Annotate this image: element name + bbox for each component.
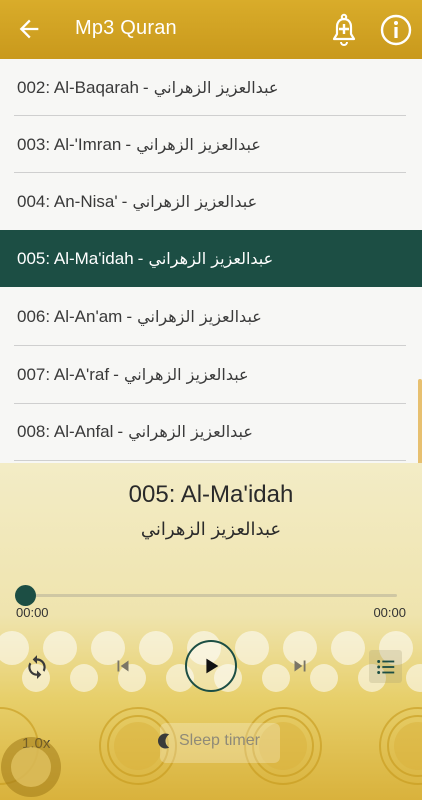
alarm-add-icon [332, 13, 356, 47]
reciter-name: - عبدالعزيز الزهراني [126, 307, 262, 326]
surah-name: 007: Al-A'raf [17, 364, 110, 384]
reciter-name: - عبدالعزيز الزهراني [137, 249, 274, 268]
list-item[interactable]: 004: An-Nisa' - عبدالعزيز الزهراني [0, 173, 422, 230]
skip-previous-icon [117, 660, 129, 672]
list-item[interactable]: 007: Al-A'raf - عبدالعزيز الزهراني [0, 346, 422, 403]
previous-button[interactable] [110, 653, 136, 679]
app-bar: Mp3 Quran [0, 0, 422, 59]
fab-shadow [1, 737, 61, 797]
surah-name: 004: An-Nisa' [17, 191, 118, 211]
reciter-name: - عبدالعزيز الزهراني [117, 422, 253, 441]
app-title: Mp3 Quran [75, 17, 177, 39]
seek-bar[interactable] [25, 594, 397, 597]
sleep-timer-label: Sleep timer [179, 732, 260, 749]
scrollbar[interactable] [418, 379, 422, 463]
list-item[interactable]: 002: Al-Baqarah - عبدالعزيز الزهراني [0, 59, 422, 116]
play-icon [206, 658, 219, 674]
surah-name: 008: Al-Anfal [17, 421, 114, 441]
reciter-name: - عبدالعزيز الزهراني [142, 78, 279, 97]
surah-name: 003: Al-'Imran [17, 134, 122, 154]
back-button[interactable] [10, 10, 48, 48]
reciter-name: - عبدالعزيز الزهراني [125, 135, 261, 154]
now-playing-title: 005: Al-Ma'idah [128, 481, 294, 508]
info-icon [380, 14, 412, 46]
play-button[interactable] [185, 640, 237, 692]
reciter-name: - عبدالعزيز الزهراني [113, 365, 249, 384]
divider [14, 460, 406, 461]
alarm-add-button[interactable] [326, 12, 362, 48]
info-button[interactable] [378, 12, 414, 48]
player-panel: 005: Al-Ma'idah عبدالعزيز الزهراني 00:00… [0, 463, 422, 800]
list-item-selected[interactable]: 005: Al-Ma'idah - عبدالعزيز الزهراني [0, 230, 422, 287]
duration-time: 00:00 [373, 605, 406, 620]
moon-icon [158, 733, 170, 749]
surah-name: 006: Al-An'am [17, 306, 123, 326]
repeat-button[interactable] [22, 651, 52, 681]
skip-next-icon [294, 660, 306, 672]
reciter-name: - عبدالعزيز الزهراني [121, 192, 258, 211]
next-button[interactable] [287, 653, 313, 679]
seek-thumb[interactable] [15, 585, 36, 606]
list-item[interactable]: 008: Al-Anfal - عبدالعزيز الزهراني [0, 403, 422, 460]
surah-list[interactable]: 002: Al-Baqarah - عبدالعزيز الزهراني 003… [0, 59, 422, 463]
list-item[interactable]: 003: Al-'Imran - عبدالعزيز الزهراني [0, 116, 422, 173]
list-item[interactable]: 006: Al-An'am - عبدالعزيز الزهراني [0, 288, 422, 345]
sleep-timer-button[interactable]: Sleep timer [155, 732, 260, 750]
repeat-icon [28, 655, 46, 679]
surah-name: 005: Al-Ma'idah [17, 248, 134, 268]
arrow-back-icon [19, 19, 39, 39]
now-playing-reciter: عبدالعزيز الزهراني [140, 519, 282, 540]
elapsed-time: 00:00 [16, 605, 49, 620]
surah-name: 002: Al-Baqarah [17, 77, 139, 97]
list-icon [376, 659, 394, 674]
playlist-button[interactable] [369, 650, 402, 683]
